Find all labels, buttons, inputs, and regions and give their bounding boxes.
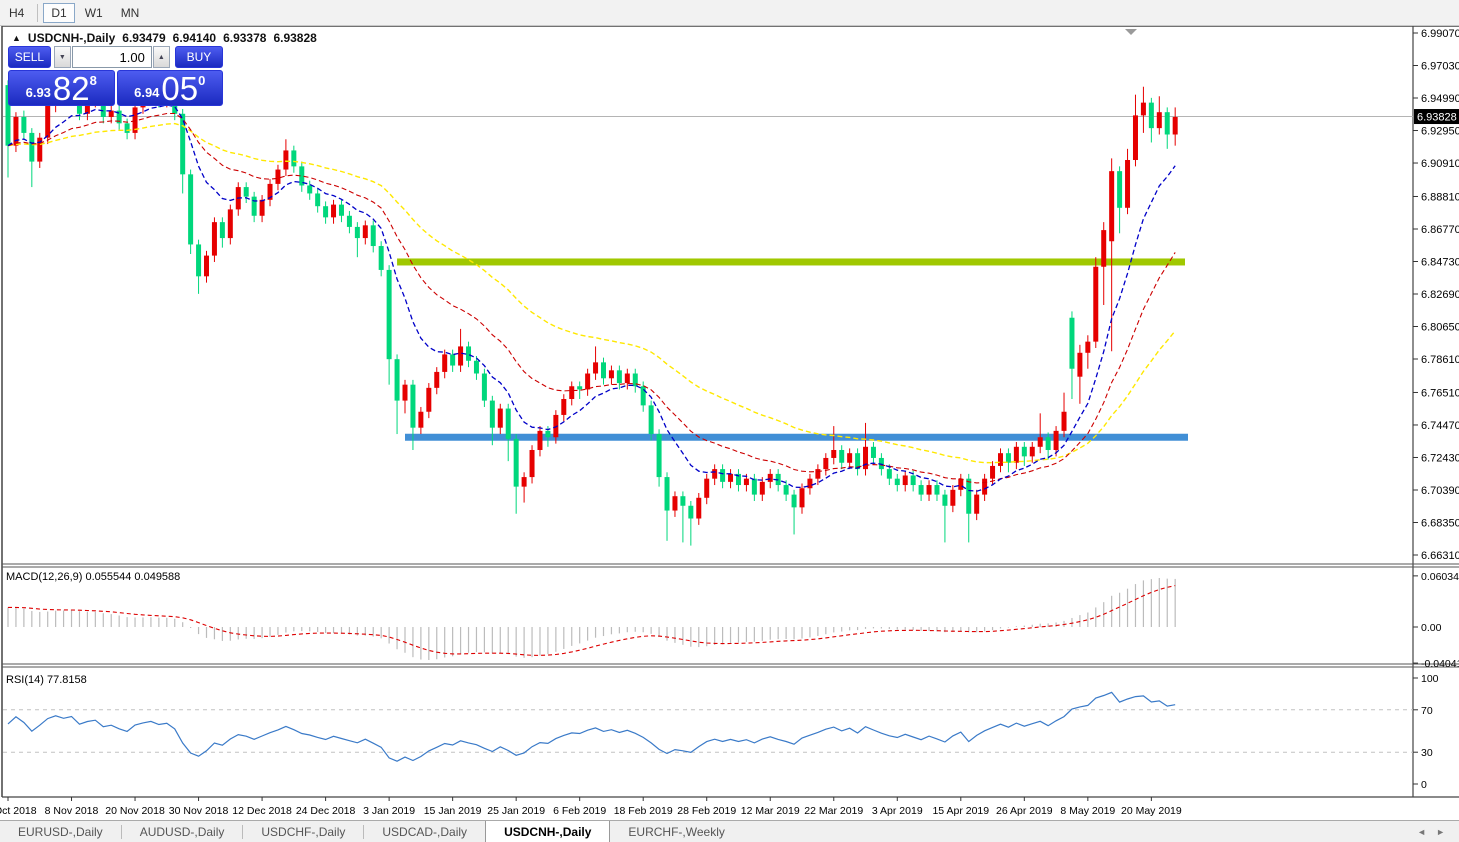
resistance-line	[397, 258, 1185, 266]
volume-spin-up[interactable]: ▲	[152, 46, 170, 68]
svg-text:3 Apr 2019: 3 Apr 2019	[872, 805, 923, 817]
svg-text:6.88810: 6.88810	[1421, 191, 1459, 203]
svg-text:6.94990: 6.94990	[1421, 93, 1459, 105]
collapse-panel-icon[interactable]: ▲	[12, 33, 21, 43]
ohlc-low: 6.93378	[223, 31, 267, 45]
tab-usdcnh[interactable]: USDCNH-,Daily	[485, 821, 611, 842]
buy-button[interactable]: BUY	[174, 46, 223, 68]
svg-text:24 Dec 2018: 24 Dec 2018	[296, 805, 356, 817]
svg-text:26 Apr 2019: 26 Apr 2019	[996, 805, 1053, 817]
svg-text:0.00: 0.00	[1421, 622, 1442, 634]
svg-text:-0.040415: -0.040415	[1421, 658, 1459, 670]
svg-text:70: 70	[1421, 705, 1433, 717]
svg-text:6 Feb 2019: 6 Feb 2019	[553, 805, 606, 817]
ohlc-open: 6.93479	[122, 31, 166, 45]
tab-eurusd[interactable]: EURUSD-,Daily	[0, 821, 121, 842]
svg-text:18 Feb 2019: 18 Feb 2019	[614, 805, 673, 817]
sell-price-main: 82	[52, 69, 90, 107]
timeframe-button-h4[interactable]: H4	[1, 3, 32, 23]
svg-text:6.74470: 6.74470	[1421, 420, 1459, 432]
svg-text:30 Nov 2018: 30 Nov 2018	[169, 805, 229, 817]
svg-text:6.80650: 6.80650	[1421, 322, 1459, 334]
svg-text:100: 100	[1421, 673, 1439, 685]
svg-text:6.72430: 6.72430	[1421, 452, 1459, 464]
tab-usdchf[interactable]: USDCHF-,Daily	[243, 821, 363, 842]
sell-button[interactable]: SELL	[8, 46, 51, 68]
buy-price-prefix: 6.94	[134, 84, 160, 100]
one-click-trading-panel: SELL ▼ ▲ BUY 6.93 82 8 6.94 05 0	[8, 46, 223, 106]
buy-price-main: 05	[161, 69, 199, 107]
svg-text:30: 30	[1421, 747, 1433, 759]
timeframe-button-mn[interactable]: MN	[113, 3, 148, 23]
timeframe-button-w1[interactable]: W1	[77, 3, 111, 23]
timeframe-button-d1[interactable]: D1	[43, 2, 75, 23]
rsi-indicator-label: RSI(14) 77.8158	[6, 674, 87, 686]
chart-title: ▲ USDCNH-,Daily 6.93479 6.94140 6.93378 …	[12, 31, 317, 45]
svg-text:0.060342: 0.060342	[1421, 571, 1459, 583]
chart-tab-bar: EURUSD-,Daily AUDUSD-,Daily USDCHF-,Daily U…	[0, 820, 1459, 842]
svg-text:6.97030: 6.97030	[1421, 61, 1459, 73]
svg-text:6.70390: 6.70390	[1421, 485, 1459, 497]
svg-text:12 Dec 2018: 12 Dec 2018	[232, 805, 292, 817]
svg-text:6.66310: 6.66310	[1421, 550, 1459, 562]
tab-audusd[interactable]: AUDUSD-,Daily	[122, 821, 243, 842]
svg-text:6.99070: 6.99070	[1421, 28, 1459, 40]
sell-price-button[interactable]: 6.93 82 8	[8, 70, 115, 106]
svg-text:15 Jan 2019: 15 Jan 2019	[424, 805, 482, 817]
svg-text:20 Nov 2018: 20 Nov 2018	[105, 805, 165, 817]
tab-scroll-right-icon[interactable]: ►	[1436, 827, 1445, 837]
svg-text:3 Jan 2019: 3 Jan 2019	[363, 805, 415, 817]
svg-text:6.68350: 6.68350	[1421, 517, 1459, 529]
svg-text:8 May 2019: 8 May 2019	[1060, 805, 1115, 817]
svg-text:6.92950: 6.92950	[1421, 126, 1459, 138]
symbol-label: USDCNH-,Daily	[27, 31, 116, 45]
buy-price-pip: 0	[198, 73, 206, 88]
svg-text:15 Apr 2019: 15 Apr 2019	[932, 805, 989, 817]
svg-text:20 May 2019: 20 May 2019	[1121, 805, 1182, 817]
sell-price-pip: 8	[89, 73, 97, 88]
timeframe-toolbar: H4 D1 W1 MN	[0, 0, 1459, 26]
svg-text:6.84730: 6.84730	[1421, 256, 1459, 268]
price-chart[interactable]: 6.99070 6.97030 6.94990 6.92950 6.90910 6.888…	[0, 0, 1459, 842]
svg-text:28 Feb 2019: 28 Feb 2019	[677, 805, 736, 817]
svg-text:6.90910: 6.90910	[1421, 158, 1459, 170]
svg-text:8 Nov 2018: 8 Nov 2018	[45, 805, 99, 817]
ohlc-close: 6.93828	[273, 31, 317, 45]
svg-text:6.76510: 6.76510	[1421, 387, 1459, 399]
volume-spin-down[interactable]: ▼	[53, 46, 71, 68]
mt4-window: { "toolbar": { "timeframes": ["H4","D1",…	[0, 0, 1459, 842]
svg-text:29 Oct 2018: 29 Oct 2018	[0, 805, 37, 817]
tab-usdcad[interactable]: USDCAD-,Daily	[364, 821, 485, 842]
current-price-tag: 6.93828	[1414, 109, 1459, 125]
tab-scroll-left-icon[interactable]: ◄	[1417, 827, 1426, 837]
macd-indicator-label: MACD(12,26,9) 0.055544 0.049588	[6, 571, 181, 583]
svg-text:22 Mar 2019: 22 Mar 2019	[804, 805, 863, 817]
svg-text:6.86770: 6.86770	[1421, 224, 1459, 236]
svg-text:6.82690: 6.82690	[1421, 289, 1459, 301]
svg-text:25 Jan 2019: 25 Jan 2019	[487, 805, 545, 817]
buy-price-button[interactable]: 6.94 05 0	[116, 69, 223, 107]
volume-input[interactable]	[71, 46, 152, 68]
sell-price-prefix: 6.93	[25, 84, 51, 100]
toolbar-separator	[37, 3, 39, 22]
svg-text:6.78610: 6.78610	[1421, 354, 1459, 366]
tab-eurchf[interactable]: EURCHF-,Weekly	[610, 821, 742, 842]
svg-text:6.93828: 6.93828	[1417, 112, 1457, 124]
svg-text:12 Mar 2019: 12 Mar 2019	[741, 805, 800, 817]
ohlc-high: 6.94140	[172, 31, 217, 45]
svg-text:0: 0	[1421, 779, 1427, 791]
